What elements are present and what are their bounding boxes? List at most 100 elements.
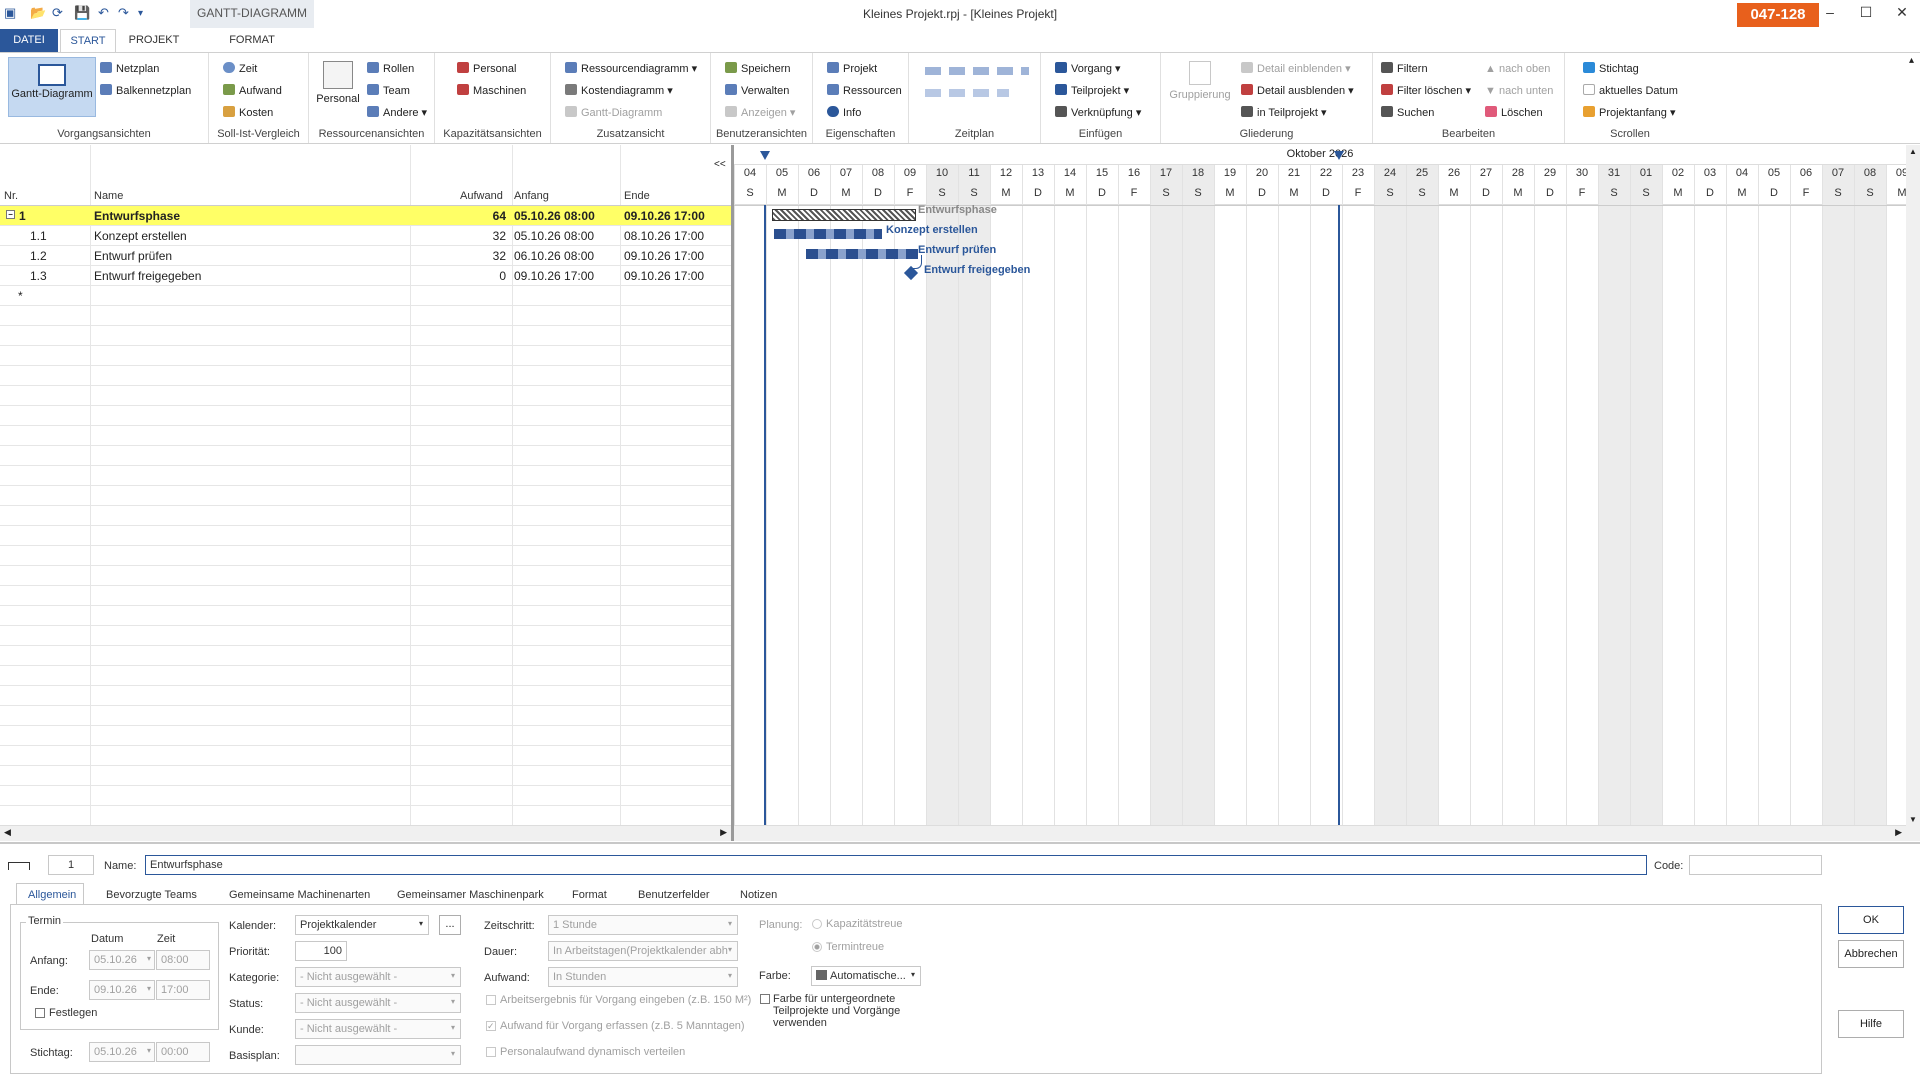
close-icon[interactable]: ✕ bbox=[1887, 4, 1917, 21]
dropdown-icon[interactable]: ▾ bbox=[727, 945, 732, 954]
empty-row[interactable] bbox=[0, 346, 731, 366]
empty-row[interactable] bbox=[0, 606, 731, 626]
summary-bar-label[interactable]: Entwurfsphase bbox=[918, 204, 997, 216]
detail-ausblenden-button[interactable]: Detail ausblenden ▾ bbox=[1241, 84, 1354, 98]
kap-personal-button[interactable]: Personal bbox=[457, 62, 516, 76]
col-header-aufwand[interactable]: Aufwand bbox=[460, 190, 503, 204]
table-row[interactable]: 1.1 Konzept erstellen 32 05.10.26 08:00 … bbox=[0, 226, 731, 246]
ende-datum-field[interactable]: 09.10.26 ▾ bbox=[89, 980, 155, 1000]
empty-row[interactable] bbox=[0, 566, 731, 586]
dropdown-icon[interactable]: ▾ bbox=[451, 1023, 455, 1032]
empty-row[interactable] bbox=[0, 586, 731, 606]
kosten-button[interactable]: Kosten bbox=[223, 106, 273, 120]
empty-row[interactable] bbox=[0, 746, 731, 766]
stichtag-zeit-field[interactable]: 00:00 bbox=[156, 1042, 210, 1062]
milestone-label[interactable]: Entwurf freigegeben bbox=[924, 264, 1030, 276]
kunde-select[interactable]: - Nicht ausgewählt - ▾ bbox=[295, 1019, 461, 1039]
collapse-toggle-icon[interactable]: − bbox=[6, 210, 15, 219]
tab-allgemein[interactable]: Allgemein bbox=[28, 889, 76, 901]
empty-row[interactable] bbox=[0, 326, 731, 346]
tab-maschinenpark[interactable]: Gemeinsamer Maschinenpark bbox=[397, 889, 544, 901]
termintreue-radio[interactable] bbox=[812, 942, 822, 952]
maximize-icon[interactable]: ☐ bbox=[1851, 4, 1881, 21]
empty-row[interactable] bbox=[0, 686, 731, 706]
empty-row[interactable] bbox=[0, 486, 731, 506]
info-button[interactable]: Info bbox=[827, 106, 861, 120]
scroll-up-icon[interactable]: ▲ bbox=[1909, 147, 1917, 156]
col-header-name[interactable]: Name bbox=[94, 190, 123, 204]
nach-oben-button[interactable]: ▲ nach oben bbox=[1485, 62, 1550, 76]
scroll-down-icon[interactable]: ▼ bbox=[1909, 815, 1917, 824]
kostendiagramm-button[interactable]: Kostendiagramm ▾ bbox=[565, 84, 673, 98]
ende-zeit-field[interactable]: 17:00 bbox=[156, 980, 210, 1000]
scroll-left-icon[interactable]: ◀ bbox=[4, 827, 11, 838]
status-select[interactable]: - Nicht ausgewählt - ▾ bbox=[295, 993, 461, 1013]
dropdown-icon[interactable]: ▾ bbox=[147, 984, 151, 993]
new-row[interactable]: * bbox=[0, 286, 731, 306]
grid-hscrollbar[interactable]: ◀ ▶ bbox=[0, 825, 731, 841]
anfang-zeit-field[interactable]: 08:00 bbox=[156, 950, 210, 970]
team-button[interactable]: Team bbox=[367, 84, 410, 98]
chart-scroll-right-icon[interactable]: ▶ bbox=[1895, 827, 1902, 838]
detail-einblenden-button[interactable]: Detail einblenden ▾ bbox=[1241, 62, 1351, 76]
task-bar[interactable] bbox=[806, 249, 918, 259]
zeitschritt-select[interactable]: 1 Stunde ▾ bbox=[548, 915, 738, 935]
empty-row[interactable] bbox=[0, 506, 731, 526]
kap-maschinen-button[interactable]: Maschinen bbox=[457, 84, 526, 98]
balkennetzplan-button[interactable]: Balkennetzplan bbox=[100, 84, 191, 98]
gantt-view-button[interactable]: Gantt-Diagramm bbox=[8, 57, 96, 117]
chart-hscrollbar[interactable]: ▶ bbox=[734, 825, 1906, 841]
task-name-field[interactable]: Entwurfsphase bbox=[145, 855, 1647, 875]
zoom-bars-icon[interactable] bbox=[925, 67, 1029, 75]
kapazitaetstreue-radio[interactable] bbox=[812, 919, 822, 929]
projektanfang-button[interactable]: Projektanfang ▾ bbox=[1583, 106, 1675, 120]
table-row[interactable]: − 1 Entwurfsphase 64 05.10.26 08:00 09.1… bbox=[0, 206, 731, 226]
empty-row[interactable] bbox=[0, 666, 731, 686]
anfang-datum-field[interactable]: 05.10.26 ▾ bbox=[89, 950, 155, 970]
dropdown-icon[interactable]: ▾ bbox=[911, 970, 915, 979]
empty-row[interactable] bbox=[0, 766, 731, 786]
link-arrow[interactable] bbox=[912, 255, 922, 269]
task-bar[interactable] bbox=[774, 229, 882, 239]
empty-row[interactable] bbox=[0, 466, 731, 486]
suchen-button[interactable]: Suchen bbox=[1381, 106, 1434, 120]
start-marker-icon[interactable] bbox=[760, 151, 770, 160]
gruppierung-button[interactable]: Gruppierung bbox=[1167, 57, 1233, 113]
filtern-button[interactable]: Filtern bbox=[1381, 62, 1428, 76]
empty-row[interactable] bbox=[0, 446, 731, 466]
dauer-select[interactable]: In Arbeitstagen(Projektkalender abh ▾ bbox=[548, 941, 738, 961]
filter-loeschen-button[interactable]: Filter löschen ▾ bbox=[1381, 84, 1471, 98]
stichtag-scroll-button[interactable]: Stichtag bbox=[1583, 62, 1639, 76]
farbe-untergeordnet-checkbox[interactable] bbox=[760, 994, 770, 1004]
ressourcendiagramm-button[interactable]: Ressourcendiagramm ▾ bbox=[565, 62, 697, 76]
dropdown-icon[interactable]: ▾ bbox=[728, 919, 732, 928]
in-teilprojekt-button[interactable]: in Teilprojekt ▾ bbox=[1241, 106, 1327, 120]
summary-bar[interactable] bbox=[772, 209, 916, 221]
col-header-nr[interactable]: Nr. bbox=[4, 190, 18, 204]
tab-start[interactable]: START bbox=[60, 29, 116, 52]
empty-row[interactable] bbox=[0, 386, 731, 406]
dropdown-icon[interactable]: ▾ bbox=[451, 1049, 455, 1058]
detail-toggle-icon[interactable] bbox=[8, 862, 30, 870]
andere-button[interactable]: Andere ▾ bbox=[367, 106, 427, 120]
netzplan-button[interactable]: Netzplan bbox=[100, 62, 159, 76]
ansicht-anzeigen-button[interactable]: Anzeigen ▾ bbox=[725, 106, 795, 120]
zeit-button[interactable]: Zeit bbox=[223, 62, 257, 76]
tab-bevorzugte-teams[interactable]: Bevorzugte Teams bbox=[106, 889, 197, 901]
empty-row[interactable] bbox=[0, 426, 731, 446]
stichtag-datum-field[interactable]: 05.10.26 ▾ bbox=[89, 1042, 155, 1062]
ansicht-speichern-button[interactable]: Speichern bbox=[725, 62, 791, 76]
project-end-line[interactable] bbox=[1338, 205, 1340, 825]
dropdown-icon[interactable]: ▾ bbox=[728, 971, 732, 980]
basisplan-select[interactable]: ▾ bbox=[295, 1045, 461, 1065]
empty-row[interactable] bbox=[0, 706, 731, 726]
festlegen-checkbox[interactable] bbox=[35, 1008, 45, 1018]
chart-vscrollbar[interactable]: ▲ ▼ bbox=[1906, 145, 1920, 841]
hilfe-button[interactable]: Hilfe bbox=[1838, 1010, 1904, 1038]
col-header-ende[interactable]: Ende bbox=[624, 190, 650, 204]
end-marker-icon[interactable] bbox=[1334, 151, 1344, 160]
ressourcen-props-button[interactable]: Ressourcen bbox=[827, 84, 902, 98]
zusatz-gantt-button[interactable]: Gantt-Diagramm bbox=[565, 106, 662, 120]
tab-format[interactable]: FORMAT bbox=[222, 29, 282, 52]
rollen-button[interactable]: Rollen bbox=[367, 62, 414, 76]
